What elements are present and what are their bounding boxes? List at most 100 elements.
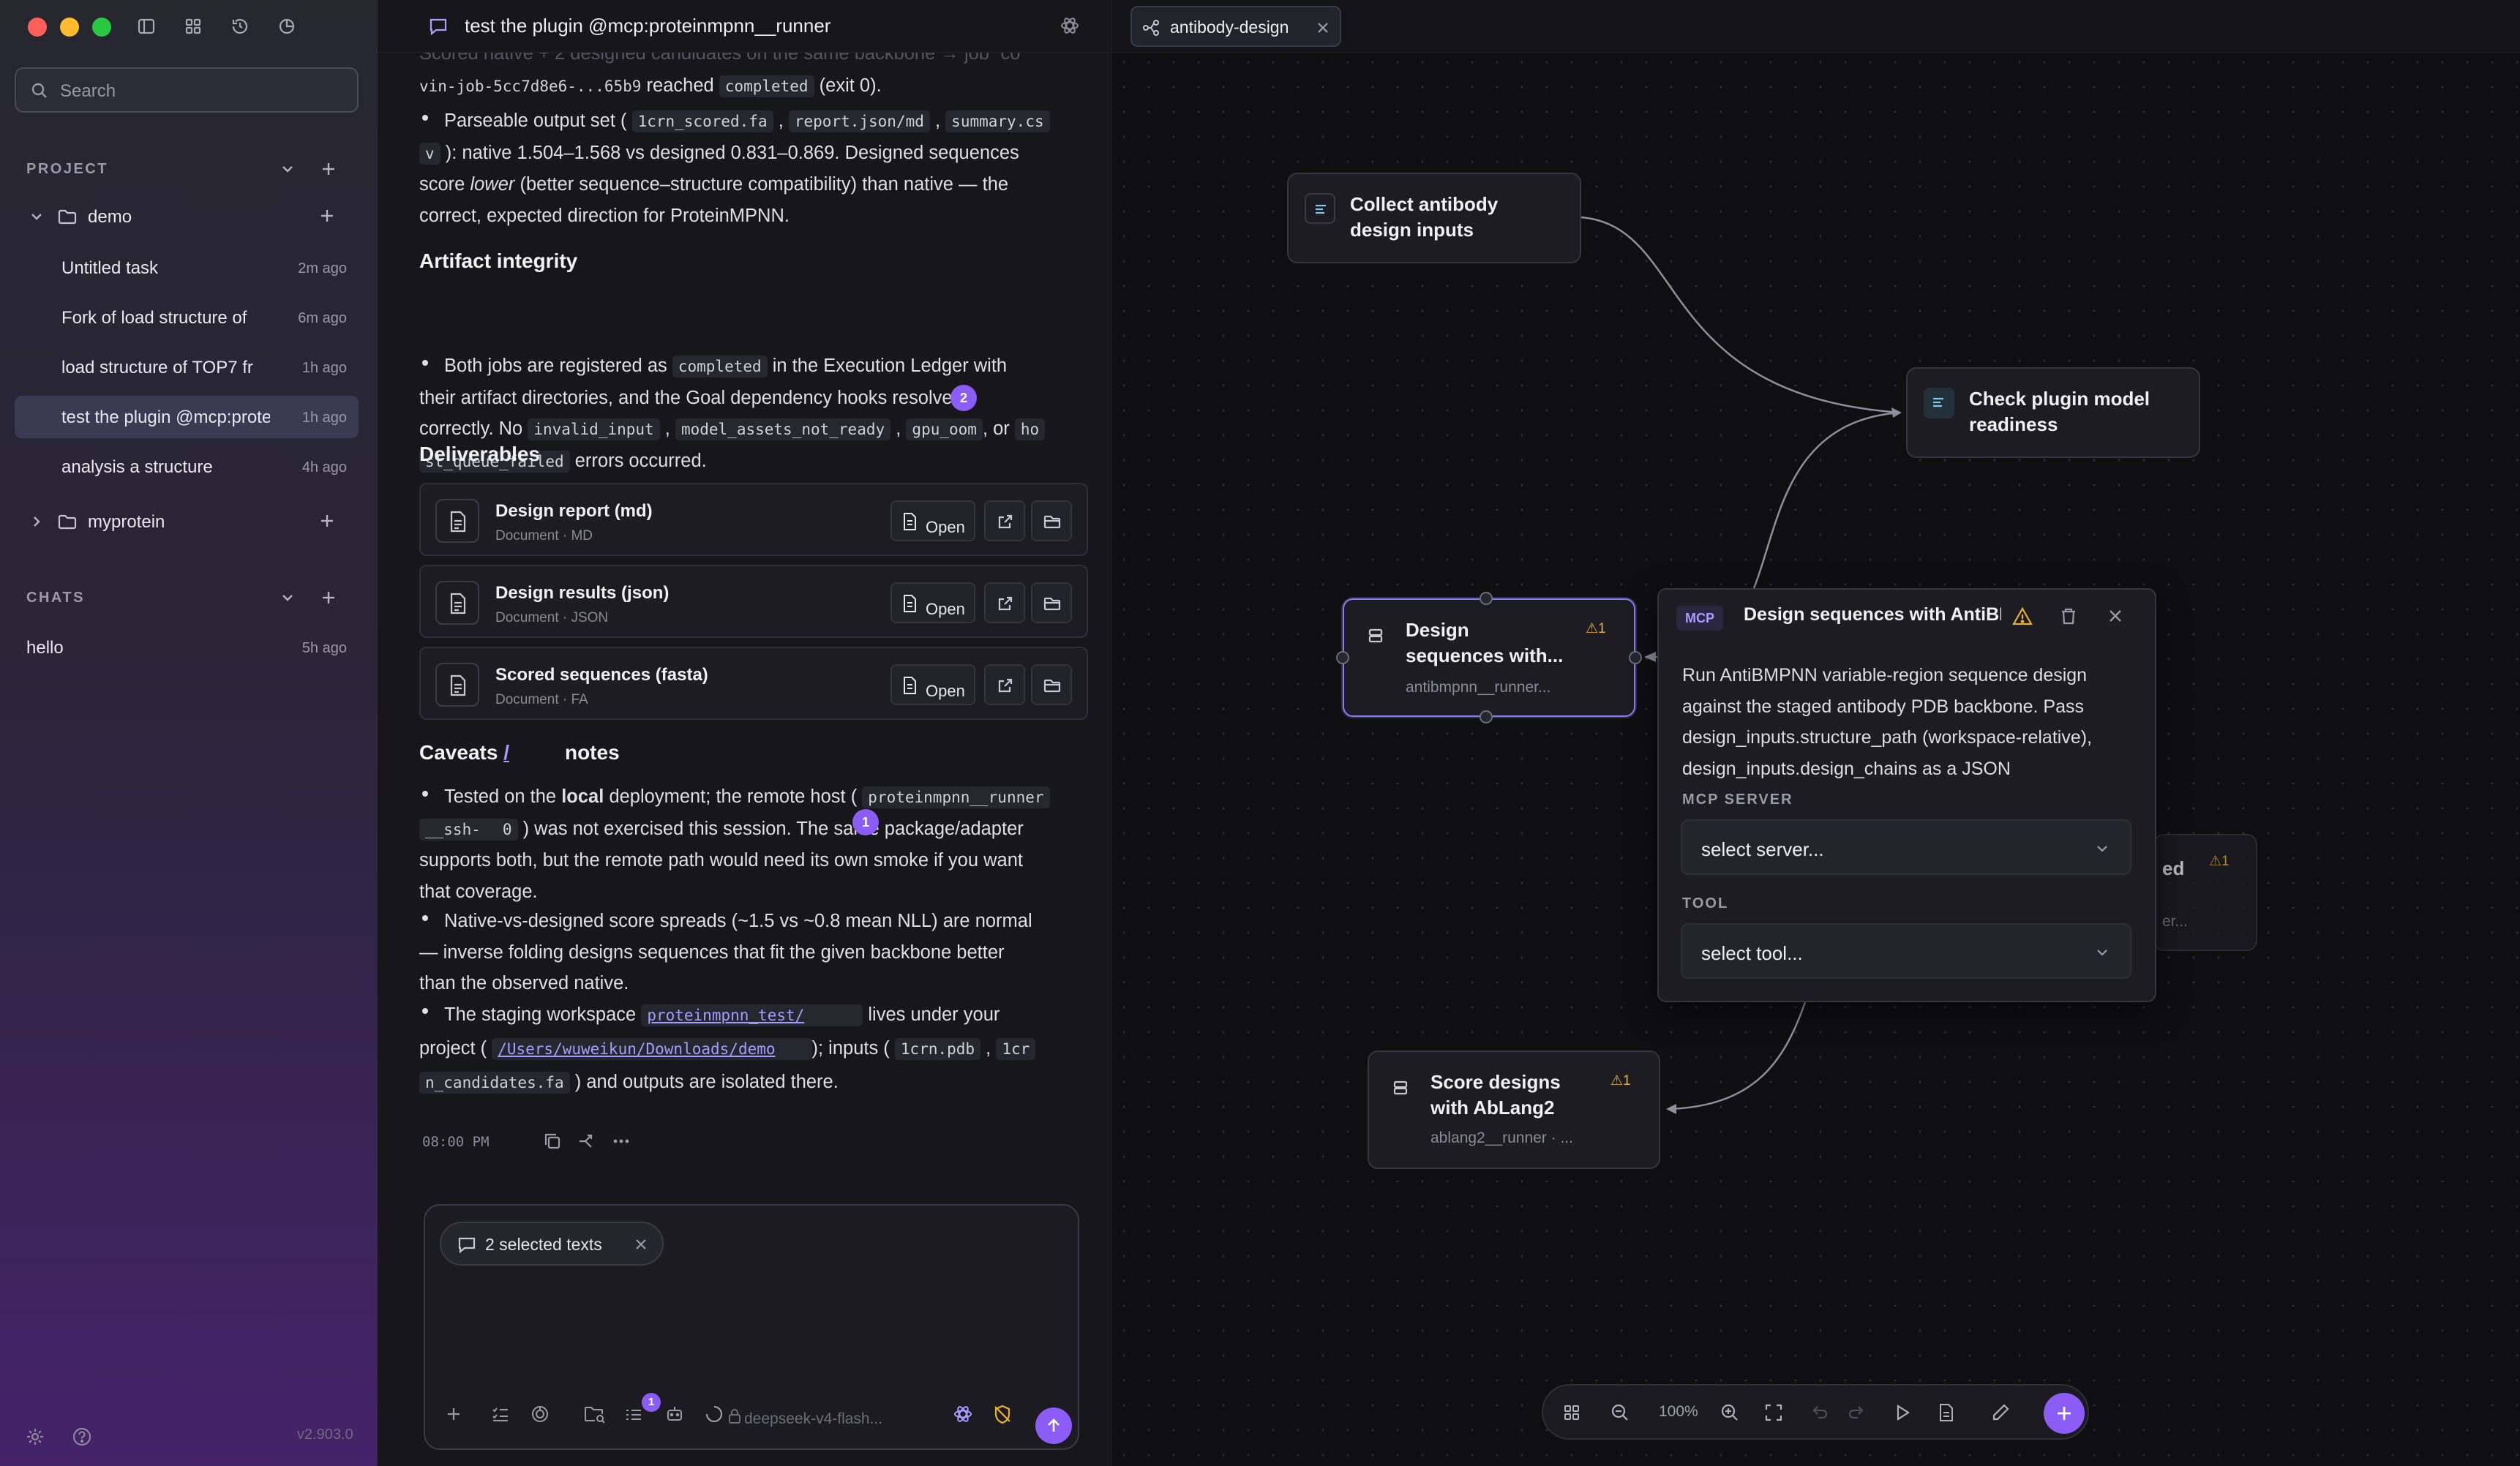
checklist-icon[interactable]: [490, 1403, 511, 1425]
atom-icon[interactable]: [1059, 15, 1081, 37]
reveal-folder-icon[interactable]: [1031, 500, 1072, 541]
more-icon[interactable]: [611, 1131, 631, 1151]
reveal-folder-icon[interactable]: [1031, 582, 1072, 623]
node-port-right[interactable]: [1629, 651, 1642, 664]
trash-icon[interactable]: [2058, 606, 2079, 626]
task-item[interactable]: Untitled task 2m ago: [15, 247, 359, 289]
close-icon[interactable]: [633, 1236, 649, 1252]
zoom-level[interactable]: 100%: [1659, 1403, 1698, 1421]
tool-select[interactable]: select tool...: [1681, 923, 2131, 979]
node-port-left[interactable]: [1336, 651, 1349, 664]
bot-icon[interactable]: [664, 1403, 686, 1425]
folder-search-icon[interactable]: [583, 1403, 607, 1425]
folder-label: myprotein: [88, 512, 165, 532]
open-button[interactable]: Open: [890, 500, 975, 541]
fork-icon[interactable]: [576, 1131, 596, 1151]
folder-open-icon: [57, 206, 78, 227]
chevron-down-icon[interactable]: [278, 159, 297, 178]
workflow-canvas[interactable]: antibody-design Collect antibody design i…: [1111, 0, 2520, 1466]
plus-icon[interactable]: [443, 1403, 465, 1425]
open-button[interactable]: Open: [890, 582, 975, 623]
zoom-out-icon[interactable]: [1609, 1402, 1631, 1424]
text: ,: [934, 110, 941, 131]
app-version: v2.903.0: [297, 1426, 353, 1443]
external-link-icon[interactable]: [984, 664, 1025, 705]
external-link-icon[interactable]: [984, 500, 1025, 541]
text: ) was not exercised this session. The sa…: [522, 818, 1024, 839]
text: (better sequence–structure compatibility…: [520, 174, 1009, 195]
history-icon[interactable]: [228, 15, 252, 38]
export-icon[interactable]: [1935, 1402, 1957, 1424]
message-composer[interactable]: 2 selected texts 1 deepseek-v4-flash...: [424, 1204, 1079, 1450]
chat-label: hello: [26, 638, 64, 658]
edit-icon[interactable]: [1990, 1402, 2011, 1424]
add-chat-button[interactable]: [319, 588, 338, 607]
text: score: [419, 174, 465, 195]
activity-icon[interactable]: [275, 15, 299, 38]
fit-view-icon[interactable]: [1763, 1402, 1785, 1424]
maximize-window-button[interactable]: [92, 18, 111, 37]
model-selector[interactable]: deepseek-v4-flash...: [744, 1410, 882, 1428]
close-window-button[interactable]: [28, 18, 47, 37]
task-item[interactable]: load structure of TOP7 fr 1h ago: [15, 346, 359, 388]
workspace-link[interactable]: proteinmpnn_test/: [641, 1004, 863, 1026]
task-label: Untitled task: [61, 258, 159, 278]
redo-icon[interactable]: [1846, 1402, 1868, 1424]
sidebar-toggle-icon[interactable]: [135, 15, 158, 38]
brain-icon[interactable]: [529, 1403, 551, 1425]
node-design-sequences[interactable]: Design sequences with... ⚠1 antibmpnn__ru…: [1343, 598, 1635, 717]
selection-marker-2[interactable]: 2: [950, 385, 977, 411]
folder-demo[interactable]: demo: [15, 196, 359, 238]
chevron-right-icon[interactable]: [28, 513, 45, 530]
play-icon[interactable]: [1891, 1402, 1913, 1424]
add-task-button[interactable]: [318, 206, 337, 225]
reveal-folder-icon[interactable]: [1031, 664, 1072, 705]
node-check-readiness[interactable]: Check plugin model readiness: [1906, 367, 2200, 458]
shield-off-icon[interactable]: [991, 1403, 1013, 1425]
copy-icon[interactable]: [542, 1131, 563, 1151]
node-port-top[interactable]: [1480, 592, 1493, 605]
plugins-icon[interactable]: [181, 15, 205, 38]
tools-list-icon[interactable]: [623, 1403, 645, 1425]
selected-texts-chip[interactable]: 2 selected texts: [440, 1222, 664, 1266]
code: 1crn.pdb: [894, 1038, 981, 1060]
send-button[interactable]: [1035, 1407, 1072, 1444]
task-item-active[interactable]: test the plugin @mcp:proteinmpnn__runner…: [15, 396, 359, 438]
minimize-window-button[interactable]: [60, 18, 79, 37]
project-path-link[interactable]: /Users/wuweikun/Downloads/demo: [492, 1038, 812, 1060]
task-item[interactable]: Fork of load structure of 6m ago: [15, 296, 359, 339]
node-hidden-behind-popup[interactable]: ed ⚠1 er...: [2153, 834, 2257, 951]
node-port-bottom[interactable]: [1480, 710, 1493, 723]
open-label: Open: [926, 518, 965, 536]
grid-icon[interactable]: [1561, 1402, 1583, 1424]
add-task-button[interactable]: [318, 511, 337, 530]
atom-icon[interactable]: [952, 1403, 974, 1425]
node-score-designs[interactable]: Score designs with AbLang2 ⚠1 ablang2__ru…: [1368, 1050, 1660, 1169]
code: invalid_input: [528, 418, 660, 440]
chevron-down-icon[interactable]: [28, 208, 45, 225]
open-button[interactable]: Open: [890, 664, 975, 705]
external-link-icon[interactable]: [984, 582, 1025, 623]
node-subtitle-fragment: er...: [2162, 913, 2189, 930]
mcp-server-select[interactable]: select server...: [1681, 819, 2131, 875]
help-icon[interactable]: [72, 1426, 92, 1447]
add-project-button[interactable]: [319, 159, 338, 178]
text: correctly. No: [419, 418, 523, 439]
search-input[interactable]: Search: [15, 67, 359, 113]
chevron-down-icon[interactable]: [278, 588, 297, 607]
chat-item[interactable]: hello 5h ago: [15, 626, 359, 669]
folder-myprotein[interactable]: myprotein: [15, 501, 359, 544]
close-icon[interactable]: [2105, 606, 2126, 626]
node-collect-inputs[interactable]: Collect antibody design inputs: [1287, 173, 1581, 263]
selection-marker-1[interactable]: 1: [852, 809, 879, 835]
undo-icon[interactable]: [1808, 1402, 1830, 1424]
edge-arrow: [1644, 652, 1656, 662]
node-title: Design sequences with...: [1406, 617, 1563, 669]
settings-icon[interactable]: [25, 1426, 45, 1447]
node-title-line: Collect antibody: [1350, 193, 1499, 215]
open-label: Open: [926, 682, 965, 700]
task-item[interactable]: analysis a structure 4h ago: [15, 446, 359, 488]
node-title-line: Design: [1406, 619, 1469, 641]
zoom-in-icon[interactable]: [1719, 1402, 1741, 1424]
add-node-button[interactable]: [2044, 1393, 2085, 1434]
